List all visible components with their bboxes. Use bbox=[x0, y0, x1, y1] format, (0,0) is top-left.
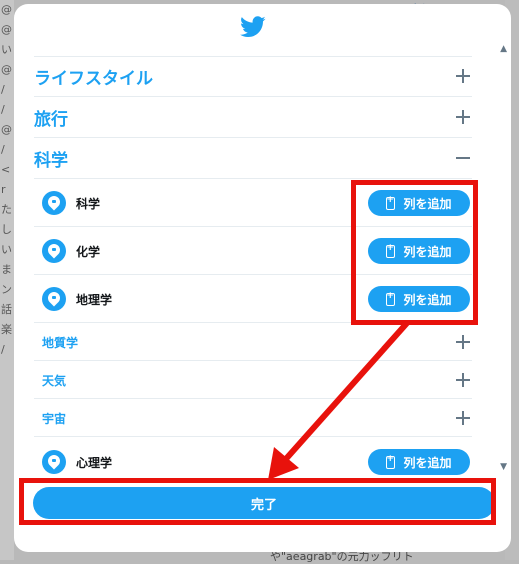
background-page-left: @ @ い @ / / @ / < r た し い ま ン 話 楽 / bbox=[0, 0, 14, 560]
plus-icon[interactable] bbox=[456, 372, 472, 388]
topic-row-psychology: 心理学 列を追加 bbox=[42, 444, 470, 480]
topic-pin-icon bbox=[42, 287, 66, 311]
category-travel[interactable]: 旅行 bbox=[34, 97, 472, 137]
annotation-box-done-button bbox=[19, 478, 496, 525]
add-column-button[interactable]: 列を追加 bbox=[368, 449, 470, 475]
topic-label: 科学 bbox=[76, 196, 101, 211]
scroll-up-icon[interactable]: ▲ bbox=[500, 44, 507, 54]
add-column-icon bbox=[386, 454, 396, 469]
annotation-box-add-buttons bbox=[351, 180, 478, 325]
add-column-button-label: 列を追加 bbox=[403, 455, 452, 470]
plus-icon[interactable] bbox=[456, 334, 472, 350]
subcategory-geology[interactable]: 地質学 bbox=[42, 325, 472, 359]
twitter-bird-icon bbox=[240, 16, 266, 37]
divider bbox=[34, 178, 472, 179]
subcategory-weather[interactable]: 天気 bbox=[42, 363, 472, 397]
minus-icon[interactable] bbox=[456, 150, 472, 166]
category-science[interactable]: 科学 bbox=[34, 138, 472, 178]
category-label: 科学 bbox=[34, 150, 68, 171]
subcategory-label: 天気 bbox=[42, 373, 67, 388]
topic-pin-icon bbox=[42, 191, 66, 215]
category-label: 旅行 bbox=[34, 109, 68, 130]
plus-icon[interactable] bbox=[456, 68, 472, 84]
plus-icon[interactable] bbox=[456, 410, 472, 426]
plus-icon[interactable] bbox=[456, 109, 472, 125]
topic-label: 心理学 bbox=[76, 455, 113, 470]
topic-pin-icon bbox=[42, 450, 66, 474]
divider bbox=[34, 398, 472, 399]
topic-pin-icon bbox=[42, 239, 66, 263]
divider bbox=[34, 436, 472, 437]
subcategory-space[interactable]: 宇宙 bbox=[42, 401, 472, 435]
subcategory-label: 地質学 bbox=[42, 335, 79, 350]
topic-label: 化学 bbox=[76, 244, 101, 259]
subcategory-label: 宇宙 bbox=[42, 411, 67, 426]
scroll-down-icon[interactable]: ▼ bbox=[500, 462, 507, 472]
divider bbox=[34, 360, 472, 361]
category-label: ライフスタイル bbox=[34, 68, 153, 89]
category-lifestyle[interactable]: ライフスタイル bbox=[34, 56, 472, 96]
topic-label: 地理学 bbox=[76, 292, 113, 307]
